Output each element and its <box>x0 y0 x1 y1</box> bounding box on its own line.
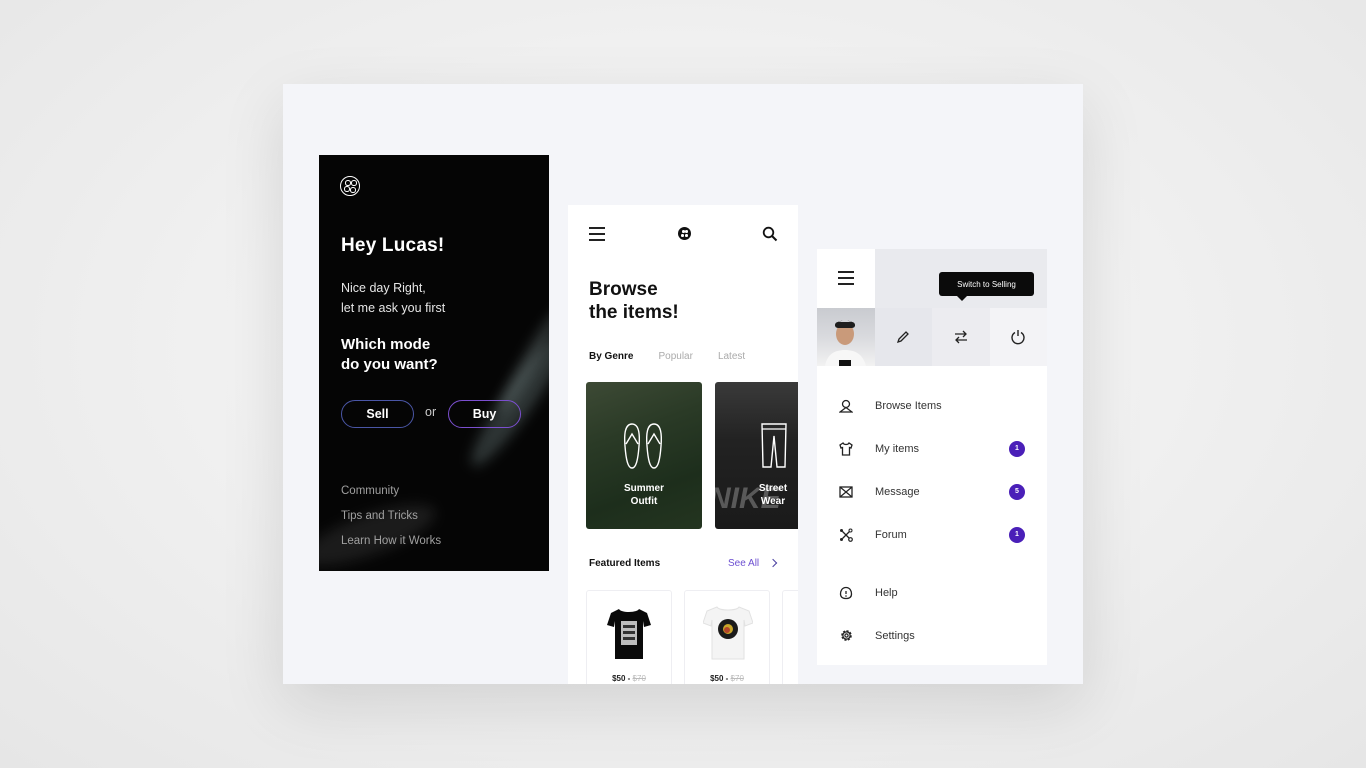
sell-button[interactable]: Sell <box>341 400 414 428</box>
price-separator: - <box>723 674 731 683</box>
tab-latest[interactable]: Latest <box>718 351 745 362</box>
community-link[interactable]: Community <box>341 485 441 510</box>
menu-screen: Switch to Selling Browse Items My items … <box>817 249 1047 665</box>
category-card-street-wear[interactable]: NIKE Street Wear <box>715 382 798 529</box>
category-title-line: Wear <box>760 496 786 507</box>
avatar[interactable] <box>817 308 875 366</box>
price-separator: - <box>625 674 633 683</box>
title-line: Browse <box>589 279 658 300</box>
question-line: Which mode <box>341 336 431 353</box>
or-label: or <box>425 405 437 419</box>
menu-item-forum[interactable]: Forum 1 <box>817 513 1047 556</box>
app-logo-icon <box>678 227 691 240</box>
title-line: the items! <box>589 302 679 323</box>
pencil-icon <box>897 331 910 344</box>
menu-item-label: Message <box>875 485 920 498</box>
old-price: $70 <box>730 674 744 683</box>
category-title: Summer Outfit <box>586 482 702 508</box>
app-logo-icon <box>340 176 360 196</box>
tips-and-tricks-link[interactable]: Tips and Tricks <box>341 510 441 535</box>
subtitle-line: let me ask you first <box>341 301 446 315</box>
count-badge: 1 <box>1009 526 1025 543</box>
current-price: $50 <box>612 674 626 683</box>
menu-item-label: Settings <box>875 629 915 642</box>
product-price: $50 - $70 <box>685 674 769 683</box>
page-title: Browse the items! <box>589 278 679 324</box>
black-tshirt-image <box>607 609 651 659</box>
subtitle: Nice day Right, let me ask you first <box>341 278 445 318</box>
swap-arrows-icon <box>954 330 967 344</box>
power-icon <box>1011 330 1025 345</box>
tab-popular[interactable]: Popular <box>658 351 692 362</box>
browse-screen: Browse the items! By Genre Popular Lates… <box>568 205 798 684</box>
category-title-line: Outfit <box>630 496 658 507</box>
flip-flops-icon <box>623 423 663 469</box>
category-title-line: Summer <box>623 483 664 494</box>
switch-mode-button[interactable] <box>932 308 990 366</box>
see-all-link[interactable]: See All <box>728 558 759 569</box>
nav-menu: Browse Items My items 1 Message 5 Forum … <box>817 384 1047 657</box>
action-row <box>817 308 1047 366</box>
count-badge: 5 <box>1009 483 1025 500</box>
menu-item-help[interactable]: Help <box>817 571 1047 614</box>
chevron-right-icon[interactable] <box>768 558 778 568</box>
tshirt-icon <box>817 441 875 456</box>
pants-icon <box>761 423 787 468</box>
menu-item-my-items[interactable]: My items 1 <box>817 427 1047 470</box>
showcase-canvas: Hey Lucas! Nice day Right, let me ask yo… <box>283 84 1083 684</box>
product-price: $50 - $70 <box>587 674 671 683</box>
menu-item-settings[interactable]: Settings <box>817 614 1047 657</box>
menu-item-message[interactable]: Message 5 <box>817 470 1047 513</box>
menu-item-browse-items[interactable]: Browse Items <box>817 384 1047 427</box>
mode-question: Which mode do you want? <box>341 335 438 375</box>
browse-tabs: By Genre Popular Latest <box>589 351 770 362</box>
network-icon <box>817 528 875 542</box>
search-icon[interactable] <box>762 226 778 242</box>
help-icon <box>817 586 875 600</box>
product-card[interactable]: $50 - $70 <box>684 590 770 684</box>
white-tshirt-image <box>703 606 753 660</box>
category-title-line: Street <box>758 483 788 494</box>
info-links: Community Tips and Tricks Learn How it W… <box>341 485 441 560</box>
user-photo <box>825 320 867 366</box>
menu-item-label: Help <box>875 586 898 599</box>
gear-icon <box>817 628 875 643</box>
subtitle-line: Nice day Right, <box>341 281 426 295</box>
featured-items-heading: Featured Items <box>589 558 661 569</box>
logout-button[interactable] <box>989 308 1047 366</box>
current-price: $50 <box>710 674 724 683</box>
product-card[interactable]: $50 - $70 <box>586 590 672 684</box>
old-price: $70 <box>632 674 646 683</box>
menu-item-label: Browse Items <box>875 399 942 412</box>
welcome-screen: Hey Lucas! Nice day Right, let me ask yo… <box>319 155 549 571</box>
learn-how-it-works-link[interactable]: Learn How it Works <box>341 535 441 560</box>
greeting: Hey Lucas! <box>341 235 445 256</box>
hamburger-menu-icon[interactable] <box>589 227 605 241</box>
edit-button[interactable] <box>874 308 932 366</box>
category-card-summer-outfit[interactable]: Summer Outfit <box>586 382 702 529</box>
buy-button[interactable]: Buy <box>448 400 521 428</box>
tab-by-genre[interactable]: By Genre <box>589 351 633 362</box>
product-card[interactable] <box>782 590 798 684</box>
count-badge: 1 <box>1009 440 1025 457</box>
menu-item-label: Forum <box>875 528 907 541</box>
hanger-icon <box>817 399 875 413</box>
envelope-icon <box>817 485 875 498</box>
hamburger-menu-icon[interactable] <box>838 271 854 285</box>
menu-spacer <box>817 556 1047 571</box>
question-line: do you want? <box>341 356 438 373</box>
category-title: Street Wear <box>715 482 798 508</box>
tooltip: Switch to Selling <box>939 272 1034 301</box>
menu-item-label: My items <box>875 442 919 455</box>
